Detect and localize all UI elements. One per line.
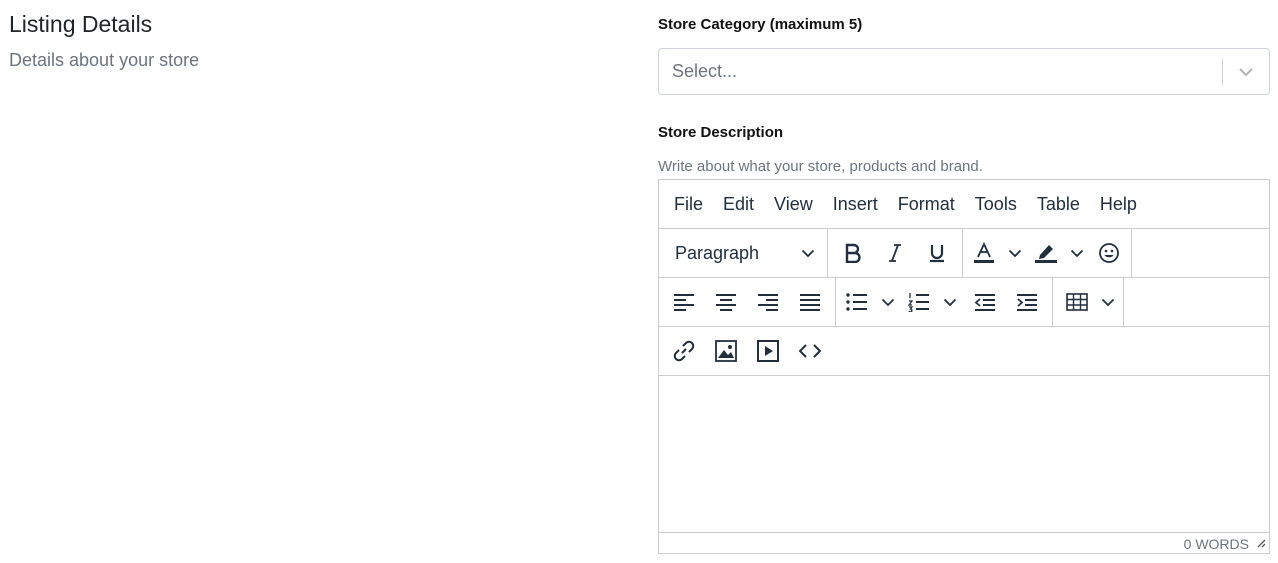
block-format-group: Paragraph bbox=[659, 229, 828, 277]
select-placeholder: Select... bbox=[672, 61, 738, 81]
block-format-dropdown[interactable]: Paragraph bbox=[663, 236, 823, 270]
link-icon[interactable] bbox=[663, 334, 705, 368]
chevron-down-icon[interactable] bbox=[1001, 236, 1029, 270]
chevron-down-icon[interactable] bbox=[1063, 236, 1091, 270]
menu-file[interactable]: File bbox=[664, 194, 713, 215]
resize-handle-icon[interactable] bbox=[1256, 535, 1266, 551]
table-icon[interactable] bbox=[1057, 285, 1097, 319]
editor-menubar: File Edit View Insert Format Tools Table… bbox=[659, 180, 1269, 229]
insert-group bbox=[659, 327, 835, 375]
chevron-down-icon bbox=[801, 249, 815, 258]
store-category-select[interactable]: Select... bbox=[658, 48, 1270, 95]
outdent-icon[interactable] bbox=[964, 285, 1006, 319]
word-count[interactable]: 0 WORDS bbox=[1184, 536, 1249, 552]
menu-tools[interactable]: Tools bbox=[965, 194, 1027, 215]
store-description-help: Write about what your store, products an… bbox=[658, 158, 983, 175]
store-category-label: Store Category (maximum 5) bbox=[658, 16, 863, 33]
bullet-list-icon[interactable] bbox=[840, 285, 874, 319]
align-right-icon[interactable] bbox=[747, 285, 789, 319]
list-indent-group bbox=[836, 278, 1053, 326]
indent-icon[interactable] bbox=[1006, 285, 1048, 319]
chevron-down-icon[interactable] bbox=[936, 285, 964, 319]
editor-content-area[interactable] bbox=[659, 376, 1269, 532]
media-icon[interactable] bbox=[747, 334, 789, 368]
editor-statusbar: 0 WORDS bbox=[659, 532, 1269, 554]
chevron-down-icon[interactable] bbox=[1223, 67, 1269, 77]
menu-edit[interactable]: Edit bbox=[713, 194, 764, 215]
rich-text-editor: File Edit View Insert Format Tools Table… bbox=[658, 179, 1270, 554]
chevron-down-icon[interactable] bbox=[874, 285, 902, 319]
editor-toolbar-row-3 bbox=[659, 327, 1269, 376]
underline-icon[interactable] bbox=[916, 236, 958, 270]
section-subtitle: Details about your store bbox=[9, 50, 200, 70]
italic-icon[interactable] bbox=[874, 236, 916, 270]
text-color-icon[interactable] bbox=[967, 236, 1001, 270]
menu-view[interactable]: View bbox=[764, 194, 823, 215]
section-header: Listing Details Details about your store bbox=[9, 8, 199, 72]
color-group bbox=[963, 229, 1132, 277]
store-description-label: Store Description bbox=[658, 124, 784, 141]
alignment-group bbox=[659, 278, 836, 326]
menu-format[interactable]: Format bbox=[888, 194, 965, 215]
bold-icon[interactable] bbox=[832, 236, 874, 270]
source-code-icon[interactable] bbox=[789, 334, 831, 368]
menu-help[interactable]: Help bbox=[1090, 194, 1147, 215]
editor-toolbar-row-2 bbox=[659, 278, 1269, 327]
chevron-down-icon[interactable] bbox=[1097, 285, 1119, 319]
formatting-group bbox=[828, 229, 963, 277]
highlight-icon[interactable] bbox=[1029, 236, 1063, 270]
menu-insert[interactable]: Insert bbox=[823, 194, 888, 215]
align-center-icon[interactable] bbox=[705, 285, 747, 319]
table-group bbox=[1053, 278, 1124, 326]
numbered-list-icon[interactable] bbox=[902, 285, 936, 319]
align-left-icon[interactable] bbox=[663, 285, 705, 319]
image-icon[interactable] bbox=[705, 334, 747, 368]
justify-icon[interactable] bbox=[789, 285, 831, 319]
editor-toolbar-row-1: Paragraph bbox=[659, 229, 1269, 278]
emoticons-icon[interactable] bbox=[1091, 236, 1127, 270]
block-format-label: Paragraph bbox=[675, 242, 760, 263]
section-title: Listing Details bbox=[9, 11, 153, 37]
menu-table[interactable]: Table bbox=[1027, 194, 1090, 215]
